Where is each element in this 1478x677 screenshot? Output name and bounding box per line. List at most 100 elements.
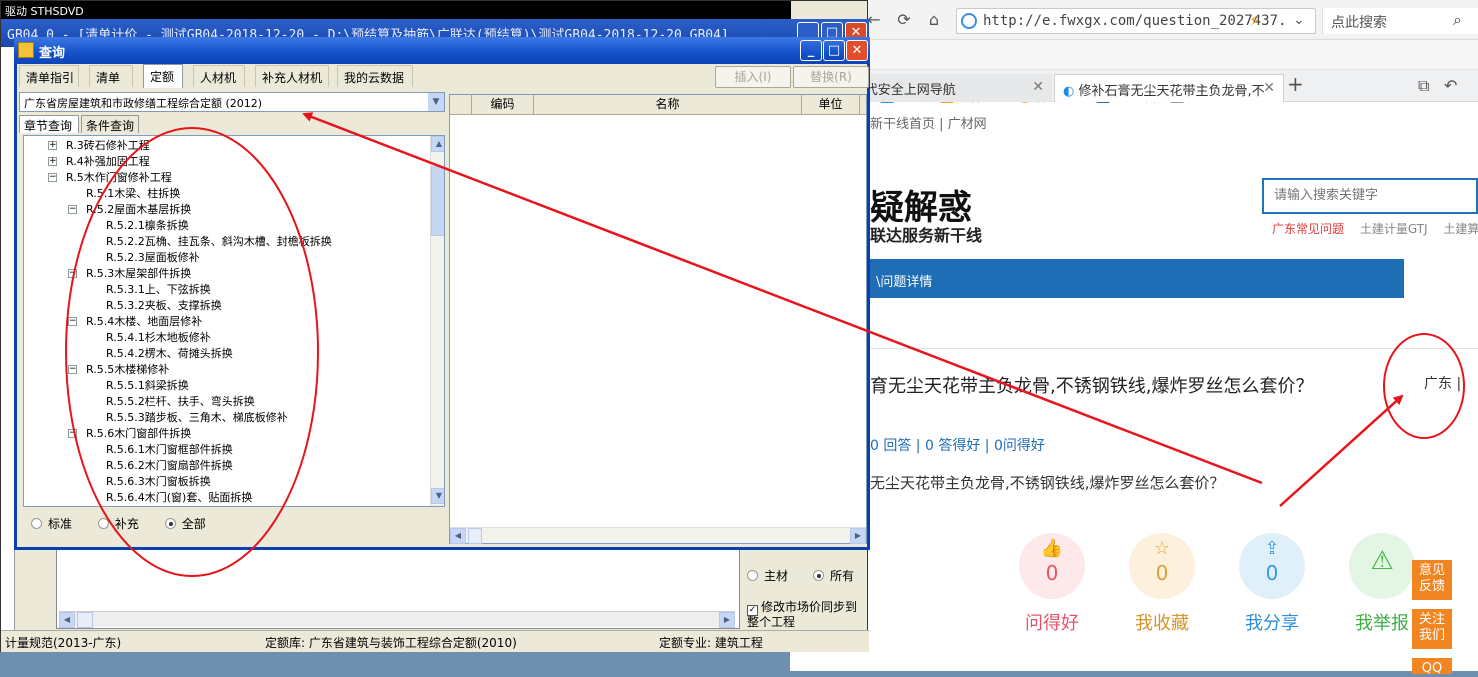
horizontal-scrollbar[interactable]: ◀ ▶ bbox=[450, 527, 866, 544]
tree-item-label: R.5木作门窗修补工程 bbox=[66, 171, 172, 184]
chapter-tree[interactable]: + R.3砖石修补工程 + R.4补强加固工程 − R.5木作门窗修补工程 R.5.1木梁、… bbox=[23, 135, 445, 507]
scroll-thumb[interactable] bbox=[431, 166, 444, 236]
tab-condition-search[interactable]: 条件查询 bbox=[81, 115, 139, 133]
radio-all[interactable]: 全部 bbox=[164, 517, 206, 531]
collapse-icon[interactable]: − bbox=[68, 205, 77, 214]
tab-labor-material[interactable]: 人材机 bbox=[193, 65, 245, 87]
collapse-icon[interactable]: − bbox=[48, 173, 57, 182]
bookmarks-bar: 网址大全 软件-2345 佛山天气 139邮箱 广东造价 » ▦ ▾ ▣ ▤ ▾… bbox=[790, 40, 1478, 105]
search-icon[interactable]: ⌕ bbox=[1453, 10, 1462, 30]
address-bar[interactable]: http://e.fwxgx.com/question_2027437. ⚡ ⌄ bbox=[956, 8, 1316, 34]
vertical-scrollbar[interactable]: ▲ ▼ bbox=[430, 136, 444, 506]
tree-item-label: R.5.4.1杉木地板修补 bbox=[106, 331, 211, 344]
tree-item-label: R.5.6.3木门窗板拆换 bbox=[106, 475, 211, 488]
scroll-thumb[interactable] bbox=[468, 528, 482, 544]
share-button[interactable]: ⇪ 0 我分享 bbox=[1232, 533, 1312, 635]
tab-list[interactable]: 清单 bbox=[89, 65, 133, 87]
collapse-icon[interactable]: − bbox=[68, 269, 77, 278]
tree-item-label: R.5.1木梁、柱拆换 bbox=[86, 187, 181, 200]
scroll-right-icon[interactable]: ▶ bbox=[850, 528, 866, 544]
close-icon[interactable]: ✕ bbox=[846, 40, 868, 61]
browser-search-placeholder: 点此搜索 bbox=[1331, 15, 1387, 31]
collapse-icon[interactable]: − bbox=[68, 429, 77, 438]
scroll-thumb[interactable] bbox=[77, 612, 93, 628]
hot-link[interactable]: 土建算 bbox=[1443, 222, 1478, 236]
question-body: 无尘天花带主负龙骨,不锈钢铁线,爆炸罗丝怎么套价？ bbox=[870, 474, 1225, 492]
report-label: 我举报 bbox=[1355, 613, 1409, 634]
tab-cloud-data[interactable]: 我的云数据 bbox=[337, 65, 413, 87]
restore-tabs-icon[interactable]: ⧉ bbox=[1418, 76, 1429, 96]
scroll-left-icon[interactable]: ◀ bbox=[59, 612, 75, 628]
breadcrumb[interactable]: 新干线首页 | 广材网 bbox=[870, 113, 987, 132]
question-stats: 0 回答 | 0 答得好 | 0问得好 bbox=[870, 438, 1045, 454]
tab-strip: 0导航_新一代安全上网导航 ✕ ◐ 修补石膏无尘天花带主负龙骨,不 ✕ + ⧉ … bbox=[790, 70, 1478, 102]
tree-item-label: R.5.2.2瓦桷、挂瓦条、斜沟木槽、封檐板拆换 bbox=[106, 235, 332, 248]
column-unit[interactable]: 单位 bbox=[802, 95, 860, 114]
chevron-down-icon[interactable]: ▼ bbox=[428, 93, 444, 111]
radio-supplement[interactable]: 补充 bbox=[97, 517, 139, 531]
insert-button[interactable]: 插入(I) bbox=[715, 66, 791, 88]
scroll-right-icon[interactable]: ▶ bbox=[719, 612, 735, 628]
tab-list-guide[interactable]: 清单指引 bbox=[19, 65, 79, 87]
tab-quota[interactable]: 定额 bbox=[143, 64, 183, 88]
new-tab-icon[interactable]: + bbox=[1287, 72, 1304, 96]
collapse-icon[interactable]: − bbox=[68, 365, 77, 374]
tab-supplement[interactable]: 补充人材机 bbox=[255, 65, 329, 87]
favorite-button[interactable]: ☆ 0 我收藏 bbox=[1122, 533, 1202, 635]
browser-search-input[interactable]: 点此搜索 ⌕ bbox=[1322, 8, 1478, 34]
chevron-down-icon[interactable]: ⌄ bbox=[1293, 12, 1305, 28]
like-label: 问得好 bbox=[1025, 613, 1079, 634]
close-icon[interactable]: ✕ bbox=[1032, 79, 1044, 95]
follow-us-button[interactable]: 关注我们 bbox=[1412, 609, 1452, 649]
minimize-icon[interactable]: _ bbox=[800, 40, 822, 61]
section-bar-title: \问题详情 bbox=[876, 275, 933, 290]
divider bbox=[830, 348, 1478, 349]
home-icon[interactable]: ⌂ bbox=[922, 9, 946, 33]
quota-library-select[interactable]: 广东省房屋建筑和市政修缮工程综合定额 (2012) ▼ bbox=[19, 92, 445, 112]
question-region: 广东 | bbox=[1424, 376, 1462, 392]
refresh-icon[interactable]: ⟳ bbox=[892, 9, 916, 33]
close-icon[interactable]: ✕ bbox=[1263, 80, 1275, 96]
tree-item-label: R.5.3.2夹板、支撑拆换 bbox=[106, 299, 222, 312]
scroll-down-icon[interactable]: ▼ bbox=[431, 488, 444, 504]
undo-close-icon[interactable]: ↶ bbox=[1444, 76, 1457, 95]
hot-link[interactable]: 广东常见问题 bbox=[1272, 222, 1344, 236]
tab-question[interactable]: ◐ 修补石膏无尘天花带主负龙骨,不 ✕ bbox=[1054, 74, 1284, 102]
expand-icon[interactable]: + bbox=[48, 141, 57, 150]
section-bar bbox=[870, 259, 1404, 298]
site-search-box[interactable] bbox=[1262, 178, 1478, 214]
collapse-icon[interactable]: − bbox=[68, 317, 77, 326]
tab-chapter-search[interactable]: 章节查询 bbox=[19, 115, 79, 133]
expand-icon[interactable]: + bbox=[48, 157, 57, 166]
scroll-left-icon[interactable]: ◀ bbox=[450, 528, 466, 544]
replace-button[interactable]: 替换(R) bbox=[793, 66, 869, 88]
star-icon: ☆ bbox=[1153, 538, 1171, 559]
tree-item-label: R.5.4.2楞木、荷摊头拆换 bbox=[106, 347, 233, 360]
like-question-button[interactable]: 👍 0 问得好 bbox=[1012, 533, 1092, 635]
feedback-button[interactable]: 意见反馈 bbox=[1412, 560, 1452, 600]
scope-radios: 标准 补充 全部 bbox=[31, 515, 206, 532]
favorite-count: 0 bbox=[1155, 561, 1169, 585]
radio-main-material[interactable]: 主材 bbox=[747, 567, 788, 584]
hot-link[interactable]: 土建计量GTJ bbox=[1360, 222, 1428, 236]
tree-item-label: R.5.5.2栏杆、扶手、弯头拆换 bbox=[106, 395, 255, 408]
maximize-icon[interactable]: □ bbox=[823, 40, 845, 61]
thumbs-up-icon: 👍 bbox=[1040, 538, 1064, 559]
site-search-input[interactable] bbox=[1264, 180, 1464, 210]
speed-mode-icon[interactable]: ⚡ bbox=[1249, 11, 1260, 30]
radio-all[interactable]: 所有 bbox=[813, 567, 854, 584]
dialog-titlebar[interactable]: 查询 _ □ ✕ bbox=[14, 37, 870, 64]
column-code[interactable]: 编码 bbox=[472, 95, 534, 114]
horizontal-scrollbar[interactable]: ◀ ▶ bbox=[59, 611, 735, 628]
tab-favicon-icon: ◐ bbox=[1063, 84, 1079, 99]
qq-button[interactable]: QQ bbox=[1412, 658, 1452, 676]
column-name[interactable]: 名称 bbox=[534, 95, 802, 114]
quota-library-value: 广东省房屋建筑和市政修缮工程综合定额 (2012) bbox=[24, 97, 263, 110]
sync-price-checkbox[interactable]: ✓ 修改市场价同步到整个工程 bbox=[747, 601, 865, 629]
scroll-up-icon[interactable]: ▲ bbox=[431, 136, 444, 152]
share-label: 我分享 bbox=[1245, 613, 1299, 634]
tree-item-label: R.5.6.4木门(窗)套、贴面拆换 bbox=[106, 491, 253, 504]
report-button[interactable]: ⚠ 我举报 bbox=[1342, 533, 1422, 635]
result-grid[interactable]: 编码 名称 单位 ◀ ▶ bbox=[449, 94, 867, 544]
radio-standard[interactable]: 标准 bbox=[31, 517, 72, 531]
